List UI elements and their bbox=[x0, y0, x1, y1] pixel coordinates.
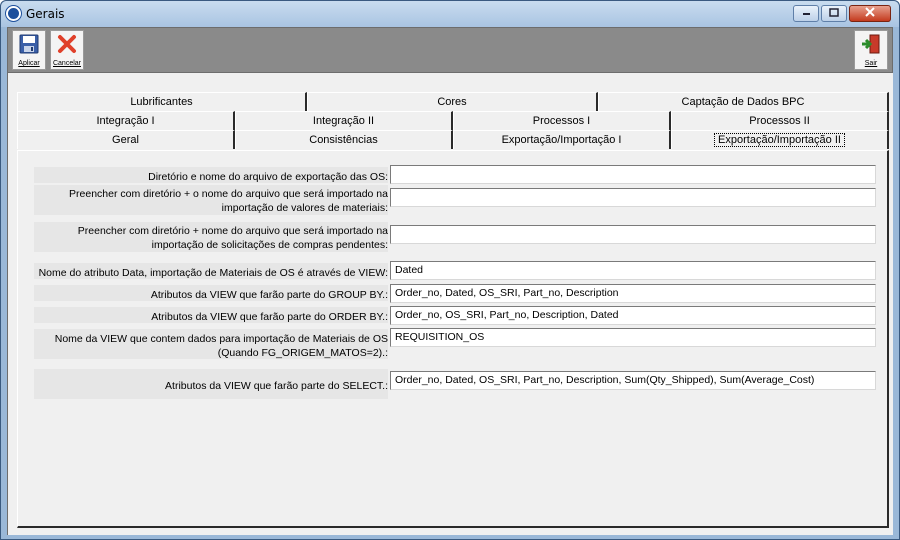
tab-captacao-dados-bpc[interactable]: Captação de Dados BPC bbox=[598, 92, 889, 111]
title-bar[interactable]: Gerais bbox=[1, 1, 899, 27]
close-icon bbox=[865, 7, 875, 20]
apply-label: Aplicar bbox=[18, 60, 40, 67]
import-purchase-requests-label: Preencher com diretório + nome do arquiv… bbox=[77, 225, 388, 251]
export-os-path-label: Diretório e nome do arquivo de exportaçã… bbox=[148, 171, 388, 183]
tab-integracao-ii[interactable]: Integração II bbox=[235, 111, 453, 130]
cancel-button[interactable]: Cancelar bbox=[50, 30, 84, 70]
window-controls bbox=[793, 5, 891, 22]
tab-processos-i[interactable]: Processos I bbox=[453, 111, 671, 130]
import-material-values-label: Preencher com diretório + o nome do arqu… bbox=[69, 188, 388, 214]
order-by-label: Atributos da VIEW que farão parte do ORD… bbox=[151, 311, 388, 323]
tab-consistencias[interactable]: Consistências bbox=[235, 130, 453, 149]
tab-exportacao-importacao-i[interactable]: Exportação/Importação I bbox=[453, 130, 671, 149]
toolbar: Aplicar Cancelar Sair bbox=[7, 27, 893, 73]
tab-integracao-i[interactable]: Integração I bbox=[17, 111, 235, 130]
minimize-icon bbox=[802, 8, 811, 19]
date-attribute-label: Nome do atributo Data, importação de Mat… bbox=[38, 267, 388, 279]
close-button[interactable] bbox=[849, 5, 891, 22]
tab-row-3: Geral Consistências Exportação/Importaçã… bbox=[17, 130, 889, 149]
tab-cores[interactable]: Cores bbox=[307, 92, 598, 111]
view-name-input[interactable]: REQUISITION_OS bbox=[390, 328, 876, 347]
date-attribute-input[interactable]: Dated bbox=[390, 261, 876, 280]
minimize-button[interactable] bbox=[793, 5, 819, 22]
export-os-path-input[interactable] bbox=[390, 165, 876, 184]
tab-lubrificantes[interactable]: Lubrificantes bbox=[17, 92, 307, 111]
tab-panel: Diretório e nome do arquivo de exportaçã… bbox=[17, 150, 889, 528]
main-window: Gerais Aplicar Cancelar Sair Lubrificant… bbox=[0, 0, 900, 540]
tab-processos-ii[interactable]: Processos II bbox=[671, 111, 889, 130]
save-disk-icon bbox=[18, 34, 40, 54]
order-by-input[interactable]: Order_no, OS_SRI, Part_no, Description, … bbox=[390, 306, 876, 325]
import-purchase-requests-input[interactable] bbox=[390, 225, 876, 244]
exit-door-icon bbox=[860, 34, 882, 54]
cancel-x-icon bbox=[56, 34, 78, 54]
tab-geral[interactable]: Geral bbox=[17, 130, 235, 149]
tab-row-2: Integração I Integração II Processos I P… bbox=[17, 111, 889, 130]
maximize-button[interactable] bbox=[821, 5, 847, 22]
import-material-values-input[interactable] bbox=[390, 188, 876, 207]
view-name-label: Nome da VIEW que contem dados para impor… bbox=[54, 333, 388, 359]
exit-button[interactable]: Sair bbox=[854, 30, 888, 70]
apply-button[interactable]: Aplicar bbox=[12, 30, 46, 70]
group-by-label: Atributos da VIEW que farão parte do GRO… bbox=[150, 289, 388, 301]
tab-exportacao-importacao-ii[interactable]: Exportação/Importação II bbox=[671, 130, 889, 149]
select-attributes-input[interactable]: Order_no, Dated, OS_SRI, Part_no, Descri… bbox=[390, 371, 876, 390]
maximize-icon bbox=[829, 7, 839, 20]
select-attributes-label: Atributos da VIEW que farão parte do SEL… bbox=[165, 380, 388, 392]
window-title: Gerais bbox=[26, 7, 65, 21]
client-area: Lubrificantes Cores Captação de Dados BP… bbox=[7, 73, 893, 535]
exit-label: Sair bbox=[864, 60, 878, 67]
group-by-input[interactable]: Order_no, Dated, OS_SRI, Part_no, Descri… bbox=[390, 284, 876, 303]
app-icon bbox=[6, 6, 21, 21]
cancel-label: Cancelar bbox=[52, 60, 81, 67]
tab-row-1: Lubrificantes Cores Captação de Dados BP… bbox=[17, 92, 889, 111]
